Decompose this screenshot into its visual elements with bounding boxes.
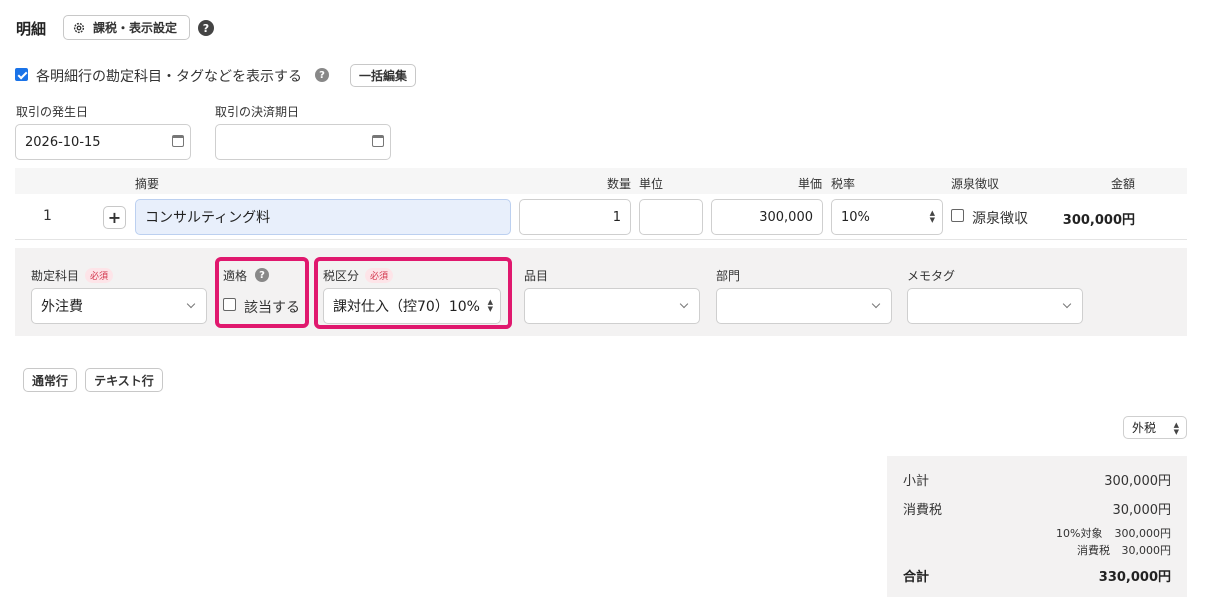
header-unit: 単位 (639, 177, 664, 191)
tax-row: 消費税 30,000円 (903, 499, 1171, 518)
tax-category-label-text: 税区分 (323, 269, 360, 283)
row-number: 1 (43, 208, 52, 224)
calendar-icon[interactable] (372, 135, 384, 147)
description-input[interactable]: コンサルティング料 (135, 199, 511, 235)
subtotal-label: 小計 (903, 474, 930, 489)
tax-category-select[interactable]: 課対仕入（控70）10% ▲ ▼ (323, 288, 501, 324)
unit-input[interactable] (639, 199, 703, 235)
department-select[interactable] (716, 288, 892, 324)
tax-rate-value: 10% (841, 209, 870, 225)
add-normal-row-button[interactable]: 通常行 (23, 368, 77, 392)
chevron-down-icon (679, 299, 689, 309)
unit-price-value: 300,000 (759, 209, 813, 225)
tax-rate-select[interactable]: 10% ▲ ▼ (831, 199, 943, 235)
breakdown-tax-value: 30,000円 (1121, 544, 1172, 557)
unit-price-input[interactable]: 300,000 (711, 199, 823, 235)
header-tax-rate: 税率 (831, 177, 856, 191)
issue-date-label: 取引の発生日 (16, 105, 89, 119)
withholding-checkbox[interactable] (951, 209, 964, 222)
row-amount: 300,000円 (1062, 213, 1135, 228)
up-down-icon: ▲ ▼ (1173, 420, 1179, 436)
calendar-icon[interactable] (172, 135, 184, 147)
quantity-value: 1 (612, 209, 621, 225)
breakdown-tax-label: 消費税 (1077, 544, 1110, 557)
total-label: 合計 (903, 570, 930, 585)
department-label: 部門 (716, 269, 741, 283)
quantity-input[interactable]: 1 (519, 199, 631, 235)
account-select[interactable]: 外注費 (31, 288, 207, 324)
tax-display-settings-button[interactable]: 課税・表示設定 (63, 15, 190, 40)
withholding-label: 源泉徴収 (972, 211, 1028, 227)
total-value: 330,000円 (1098, 570, 1171, 585)
account-label-text: 勘定科目 (31, 269, 80, 283)
header-quantity: 数量 (607, 177, 632, 191)
tax-category-value: 課対仕入（控70）10% (333, 299, 480, 315)
table-header-bar (15, 168, 1187, 194)
memo-tag-select[interactable] (907, 288, 1083, 324)
memo-tag-label: メモタグ (907, 269, 956, 283)
tax-mode-select[interactable]: 外税 ▲ ▼ (1123, 416, 1187, 439)
help-icon[interactable]: ? (198, 20, 214, 36)
header-unit-price: 単価 (798, 177, 823, 191)
item-label: 品目 (524, 269, 549, 283)
due-date-label: 取引の決済期日 (215, 105, 300, 119)
header-description: 摘要 (135, 177, 160, 191)
help-icon[interactable]: ? (315, 68, 329, 82)
subtotal-row: 小計 300,000円 (903, 470, 1171, 489)
qualified-check-label: 該当する (244, 300, 300, 316)
account-value: 外注費 (41, 299, 83, 315)
show-account-tags-checkbox[interactable] (15, 68, 28, 81)
chevron-down-icon (186, 299, 196, 309)
gear-icon (73, 22, 85, 33)
up-down-icon: ▲ ▼ (929, 209, 935, 224)
chevron-down-icon (871, 299, 881, 309)
bulk-edit-button[interactable]: 一括編集 (350, 64, 416, 87)
section-title: 明細 (16, 20, 47, 38)
header-withholding: 源泉徴収 (951, 177, 1000, 191)
description-value: コンサルティング料 (145, 210, 271, 226)
tax-category-label: 税区分 必須 (323, 267, 394, 284)
due-date-input[interactable] (215, 124, 391, 160)
subtotal-value: 300,000円 (1104, 474, 1171, 489)
header-amount: 金額 (1111, 177, 1136, 191)
item-select[interactable] (524, 288, 700, 324)
help-icon[interactable]: ? (255, 268, 269, 282)
breakdown-target-value: 300,000円 (1114, 527, 1172, 540)
add-text-row-button[interactable]: テキスト行 (85, 368, 163, 392)
tax-mode-value: 外税 (1132, 421, 1157, 435)
tax-display-settings-label: 課税・表示設定 (93, 21, 178, 35)
issue-date-value: 2026-10-15 (25, 134, 101, 150)
required-badge: 必須 (365, 268, 394, 283)
tax-label: 消費税 (903, 503, 943, 518)
qualified-label: 適格 (223, 269, 248, 283)
issue-date-input[interactable]: 2026-10-15 (15, 124, 191, 160)
account-label: 勘定科目 必須 (31, 267, 114, 284)
show-account-tags-label: 各明細行の勘定科目・タグなどを表示する (36, 69, 302, 85)
required-badge: 必須 (85, 268, 114, 283)
breakdown-target-label: 10%対象 (1056, 527, 1103, 540)
total-row: 合計 330,000円 (903, 566, 1171, 585)
up-down-icon: ▲ ▼ (487, 298, 493, 313)
chevron-down-icon (1062, 299, 1072, 309)
qualified-checkbox[interactable] (223, 298, 236, 311)
tax-value: 30,000円 (1112, 503, 1172, 518)
plus-icon[interactable]: + (103, 206, 126, 229)
